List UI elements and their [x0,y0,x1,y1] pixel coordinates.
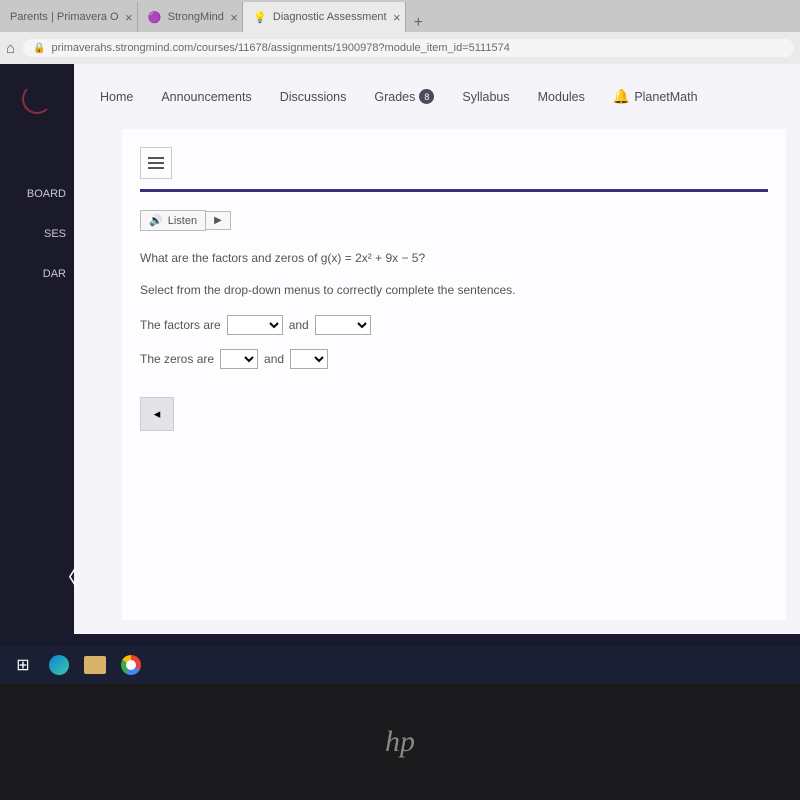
sidebar-item-dar[interactable]: DAR [0,254,74,294]
url-text: primaverahs.strongmind.com/courses/11678… [52,42,510,54]
factors-label: The factors are [140,318,221,332]
sidebar-item-ses[interactable]: SES [0,214,74,254]
tab-label: Parents | Primavera O [10,11,119,23]
previous-button[interactable]: ◂ [140,397,174,431]
menu-button[interactable] [140,147,172,179]
nav-syllabus[interactable]: Syllabus [462,90,509,104]
home-icon[interactable]: ⌂ [6,40,15,57]
divider [140,189,768,192]
tab-label: Diagnostic Assessment [273,11,387,23]
url-input[interactable]: 🔒 primaverahs.strongmind.com/courses/116… [23,39,794,57]
new-tab-button[interactable]: + [406,14,431,32]
factors-dropdown-2[interactable] [315,315,371,335]
taskbar-edge-icon[interactable] [46,652,72,678]
bell-icon: 🔔 [613,88,630,105]
browser-tabs-bar: Parents | Primavera O × 🟣 StrongMind × 💡… [0,0,800,32]
and-text: and [289,318,309,332]
nav-announcements[interactable]: Announcements [161,90,251,104]
close-icon[interactable]: × [230,10,238,25]
instruction-text: Select from the drop-down menus to corre… [140,283,768,297]
sidebar-item-board[interactable]: BOARD [0,174,74,214]
left-sidebar: BOARD SES DAR [0,64,74,634]
zeros-dropdown-2[interactable] [290,349,328,369]
listen-label: Listen [168,215,197,227]
taskbar-chrome-icon[interactable] [118,652,144,678]
favicon-icon: 💡 [253,10,267,24]
chevron-left-icon: ◂ [154,406,161,422]
windows-taskbar: ⊞ [0,646,800,684]
assessment-card: 🔊 Listen ▶ What are the factors and zero… [122,129,786,620]
nav-grades[interactable]: Grades 8 [374,89,434,104]
nav-home[interactable]: Home [100,90,133,104]
lock-icon: 🔒 [33,43,45,54]
speaker-icon: 🔊 [149,214,163,227]
factors-dropdown-1[interactable] [227,315,283,335]
address-bar: ⌂ 🔒 primaverahs.strongmind.com/courses/1… [0,32,800,64]
nav-discussions[interactable]: Discussions [280,90,347,104]
laptop-bezel: hp [0,684,800,800]
tab-label: StrongMind [168,11,224,23]
browser-tab-parents[interactable]: Parents | Primavera O × [0,2,138,32]
hp-logo: hp [385,725,415,759]
panel-collapse-icon[interactable]: 〈 [56,560,78,592]
browser-tab-strongmind[interactable]: 🟣 StrongMind × [138,2,243,32]
nav-modules[interactable]: Modules [538,90,585,104]
nav-grades-label: Grades [374,90,415,104]
zeros-dropdown-1[interactable] [220,349,258,369]
taskbar-explorer-icon[interactable] [82,652,108,678]
browser-tab-diagnostic[interactable]: 💡 Diagnostic Assessment × [243,2,406,32]
zeros-label: The zeros are [140,352,214,366]
close-icon[interactable]: × [125,10,133,25]
app-logo[interactable] [0,64,74,134]
course-nav: Home Announcements Discussions Grades 8 … [74,64,800,129]
favicon-icon: 🟣 [148,10,162,24]
and-text: and [264,352,284,366]
nav-planetmath[interactable]: 🔔 PlanetMath [613,88,698,105]
close-icon[interactable]: × [393,10,401,25]
question-text: What are the factors and zeros of g(x) =… [140,251,768,265]
taskbar-search-icon[interactable]: ⊞ [10,652,36,678]
nav-planetmath-label: PlanetMath [634,90,697,104]
play-button[interactable]: ▶ [206,211,231,230]
listen-button[interactable]: 🔊 Listen [140,210,206,231]
grades-badge: 8 [419,89,434,104]
